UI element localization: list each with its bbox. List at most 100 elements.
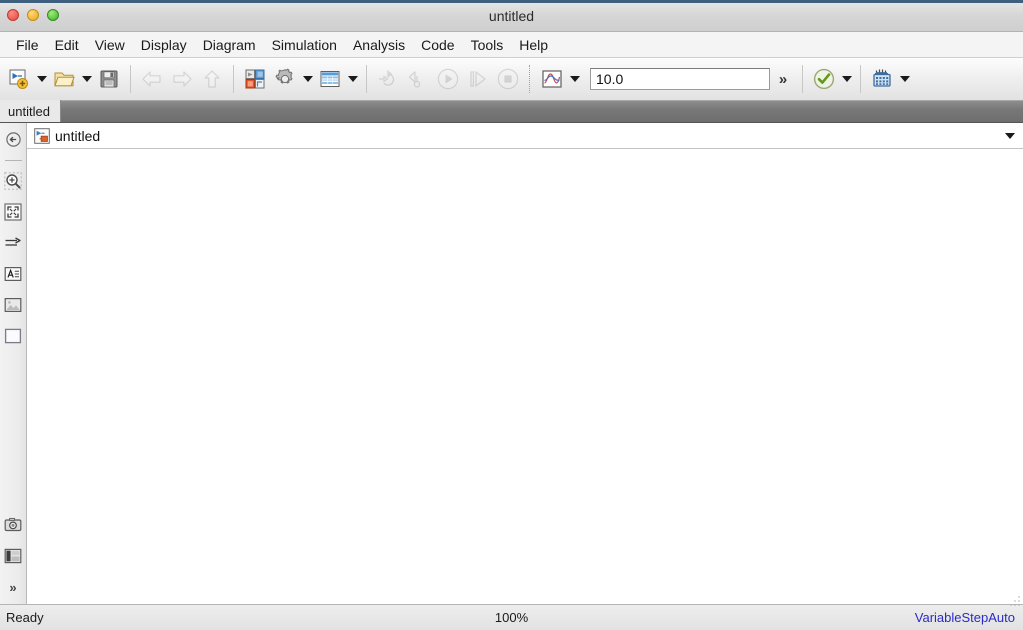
simulink-model-icon <box>34 127 50 144</box>
menu-tools[interactable]: Tools <box>463 35 512 55</box>
zoom-in-icon <box>4 172 22 190</box>
camera-snapshot-icon <box>4 516 22 534</box>
camera-snapshot-button[interactable] <box>2 514 24 536</box>
breadcrumb-dropdown[interactable] <box>1001 124 1019 148</box>
area-rectangle-button[interactable] <box>2 325 24 347</box>
menu-code[interactable]: Code <box>413 35 462 55</box>
canvas-toolbar: » <box>0 123 27 604</box>
simulation-mode-button[interactable] <box>537 64 567 94</box>
toolbar-separator <box>233 65 234 93</box>
simulation-mode-dropdown[interactable] <box>567 64 582 94</box>
simulink-window: untitled File Edit View Display Diagram … <box>0 0 1023 630</box>
undo-button[interactable] <box>137 64 167 94</box>
library-browser-button[interactable] <box>240 64 270 94</box>
toolbar-separator <box>802 65 803 93</box>
model-builder-dropdown[interactable] <box>897 64 912 94</box>
chevron-down-icon <box>81 76 92 82</box>
redo-button[interactable] <box>167 64 197 94</box>
signal-arrow-icon <box>4 234 22 252</box>
run-simulation-button[interactable] <box>433 64 463 94</box>
menu-display[interactable]: Display <box>133 35 195 55</box>
menu-diagram[interactable]: Diagram <box>195 35 264 55</box>
stop-square-icon <box>496 67 520 91</box>
update-model-button[interactable] <box>373 64 403 94</box>
model-canvas[interactable] <box>27 149 1023 604</box>
save-floppy-icon <box>98 68 120 90</box>
menu-view[interactable]: View <box>87 35 133 55</box>
text-annotation-button[interactable] <box>2 263 24 285</box>
new-model-dropdown[interactable] <box>34 64 49 94</box>
stop-time-input[interactable] <box>590 68 770 90</box>
model-configuration-dropdown[interactable] <box>300 64 315 94</box>
menu-edit[interactable]: Edit <box>47 35 87 55</box>
zoom-in-button[interactable] <box>2 170 24 192</box>
fit-to-view-icon <box>4 203 22 221</box>
breadcrumb: untitled <box>27 123 1023 149</box>
chevron-down-icon <box>347 76 358 82</box>
chevron-down-icon <box>1005 132 1015 139</box>
model-builder-button[interactable] <box>867 64 897 94</box>
menu-simulation[interactable]: Simulation <box>264 35 345 55</box>
update-model-icon <box>376 68 400 90</box>
model-builder-group <box>867 58 912 100</box>
new-model-button[interactable] <box>4 64 34 94</box>
model-explorer-icon <box>319 68 341 90</box>
layers-panel-icon <box>4 547 22 565</box>
title-bar: untitled <box>0 0 1023 32</box>
chevron-down-icon <box>569 76 580 82</box>
toolbar-separator <box>130 65 131 93</box>
open-folder-icon <box>53 68 75 90</box>
text-annotation-icon <box>4 265 22 283</box>
model-advisor-dropdown[interactable] <box>839 64 854 94</box>
chevron-down-icon <box>841 76 852 82</box>
play-run-icon <box>436 67 460 91</box>
build-model-icon <box>406 68 430 90</box>
save-model-button[interactable] <box>94 64 124 94</box>
build-grid-icon <box>870 67 894 91</box>
gear-icon <box>274 68 296 90</box>
open-model-dropdown[interactable] <box>79 64 94 94</box>
sidebar-divider <box>4 160 22 161</box>
image-annotation-icon <box>4 296 22 314</box>
sidebar-overflow-button[interactable]: » <box>2 576 24 598</box>
signal-arrow-button[interactable] <box>2 232 24 254</box>
status-message: Ready <box>6 610 44 625</box>
layers-panel-button[interactable] <box>2 545 24 567</box>
model-advisor-button[interactable] <box>809 64 839 94</box>
toolbar-separator <box>529 65 531 93</box>
model-explorer-button[interactable] <box>315 64 345 94</box>
library-browser-icon <box>244 68 266 90</box>
up-to-parent-button[interactable] <box>197 64 227 94</box>
stop-simulation-button[interactable] <box>493 64 523 94</box>
build-model-button[interactable] <box>403 64 433 94</box>
canvas-area: untitled <box>27 123 1023 604</box>
window-title: untitled <box>488 8 535 24</box>
status-bar: Ready 100% VariableStepAuto <box>0 604 1023 630</box>
new-model-icon <box>8 68 30 90</box>
model-configuration-button[interactable] <box>270 64 300 94</box>
breadcrumb-label: untitled <box>55 127 101 144</box>
main-toolbar: » <box>0 58 1023 101</box>
up-arrow-icon <box>201 68 223 90</box>
step-forward-button[interactable] <box>463 64 493 94</box>
file-toolbar-group <box>4 58 124 100</box>
model-explorer-dropdown[interactable] <box>345 64 360 94</box>
open-model-button[interactable] <box>49 64 79 94</box>
resize-grip-icon[interactable] <box>1008 594 1022 608</box>
toolbar-overflow-button[interactable]: » <box>770 64 796 94</box>
navigate-back-button[interactable] <box>2 128 24 150</box>
zoom-level: 100% <box>494 610 529 625</box>
simulation-mode-group <box>537 58 770 100</box>
menu-file[interactable]: File <box>8 35 47 55</box>
step-forward-icon <box>466 68 490 90</box>
chevron-down-icon <box>899 76 910 82</box>
fit-to-view-button[interactable] <box>2 201 24 223</box>
menu-analysis[interactable]: Analysis <box>345 35 413 55</box>
image-annotation-button[interactable] <box>2 294 24 316</box>
solver-status[interactable]: VariableStepAuto <box>915 610 1023 625</box>
menu-help[interactable]: Help <box>511 35 556 55</box>
tab-untitled[interactable]: untitled <box>0 100 61 122</box>
toolbar-separator <box>860 65 861 93</box>
history-toolbar-group <box>137 58 227 100</box>
redo-arrow-icon <box>170 68 194 90</box>
